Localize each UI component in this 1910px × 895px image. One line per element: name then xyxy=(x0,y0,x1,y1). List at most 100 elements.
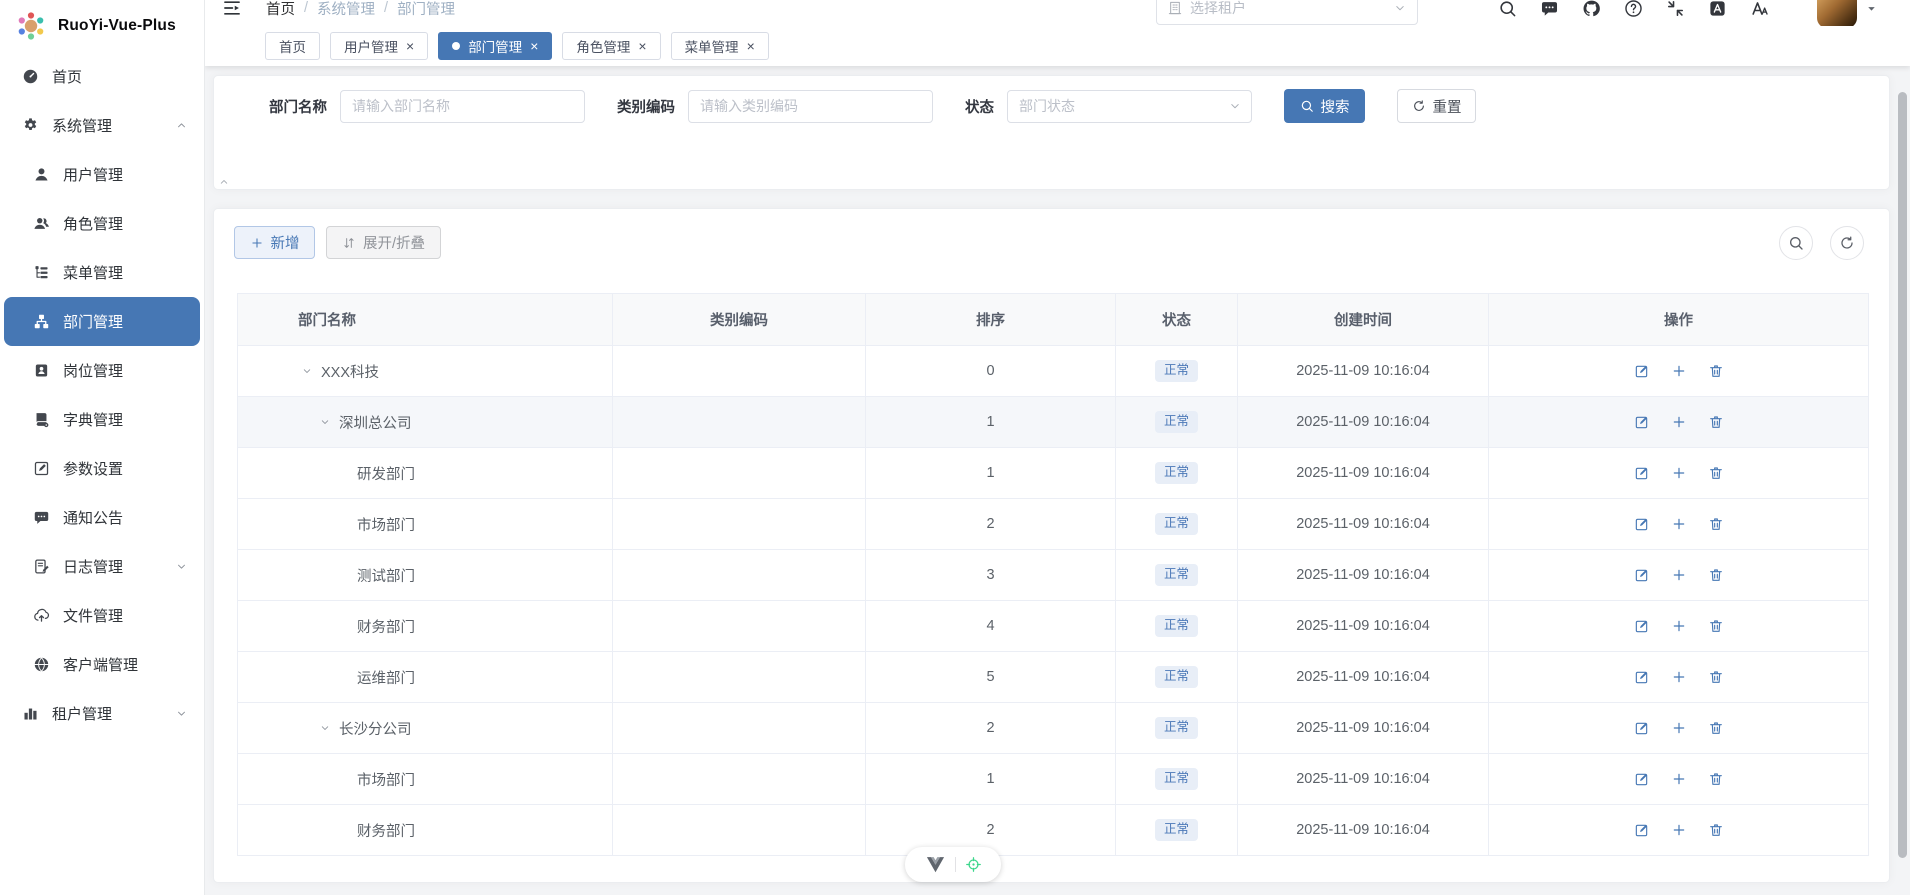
dept-name: 测试部门 xyxy=(357,568,415,585)
delete-icon[interactable] xyxy=(1708,618,1724,634)
sidebar-item-log[interactable]: 日志管理 xyxy=(0,542,204,591)
user-avatar[interactable] xyxy=(1817,0,1857,26)
edit-icon[interactable] xyxy=(1634,465,1650,481)
search-button[interactable]: 搜索 xyxy=(1284,89,1365,123)
table-header-row: 部门名称 类别编码 排序 状态 创建时间 操作 xyxy=(238,294,1868,346)
sidebar-item-notice[interactable]: 通知公告 xyxy=(0,493,204,542)
tree-expand-icon[interactable] xyxy=(316,416,333,428)
close-icon[interactable]: × xyxy=(638,39,646,53)
caret-down-icon[interactable] xyxy=(1865,2,1878,15)
delete-icon[interactable] xyxy=(1708,669,1724,685)
target-icon[interactable] xyxy=(965,856,982,873)
tenant-select[interactable]: 选择租户 xyxy=(1156,0,1418,25)
edit-icon[interactable] xyxy=(1634,516,1650,532)
field-status: 状态 部门状态 xyxy=(965,89,1252,123)
delete-icon[interactable] xyxy=(1708,567,1724,583)
sidebar-item-dept[interactable]: 部门管理 xyxy=(4,297,200,346)
category-code-cell xyxy=(613,499,866,550)
message-icon[interactable] xyxy=(1540,0,1559,18)
table-row: 长沙分公司 2 正常 2025-11-09 10:16:04 xyxy=(238,703,1868,754)
sidebar-item-file[interactable]: 文件管理 xyxy=(0,591,204,640)
edit-icon[interactable] xyxy=(1634,771,1650,787)
tab-dept[interactable]: 部门管理 × xyxy=(438,32,553,60)
table-body: XXX科技 0 正常 2025-11-09 10:16:04 深圳总公司 1 正常 2025-… xyxy=(238,346,1868,856)
breadcrumb-item: 系统管理 xyxy=(317,1,376,18)
status-badge: 正常 xyxy=(1154,615,1198,637)
search-button-label: 搜索 xyxy=(1320,99,1350,116)
table-search-button[interactable] xyxy=(1779,226,1813,260)
sidebar-item-home[interactable]: 首页 xyxy=(0,52,204,101)
add-icon[interactable] xyxy=(1671,465,1687,481)
created-cell: 2025-11-09 10:16:04 xyxy=(1238,346,1489,397)
reset-button[interactable]: 重置 xyxy=(1397,89,1476,123)
dept-name-input[interactable] xyxy=(340,89,585,123)
edit-icon[interactable] xyxy=(1634,822,1650,838)
category-code-input[interactable] xyxy=(688,89,933,123)
tab-menu[interactable]: 菜单管理 × xyxy=(670,32,769,60)
add-icon[interactable] xyxy=(1671,363,1687,379)
edit-icon[interactable] xyxy=(1634,414,1650,430)
close-icon[interactable]: × xyxy=(406,39,414,53)
sidebar-item-tenant[interactable]: 租户管理 xyxy=(0,689,204,738)
add-icon[interactable] xyxy=(1671,414,1687,430)
table-tools xyxy=(1779,226,1864,260)
sidebar-item-role[interactable]: 角色管理 xyxy=(0,199,204,248)
delete-icon[interactable] xyxy=(1708,516,1724,532)
delete-icon[interactable] xyxy=(1708,363,1724,379)
close-icon[interactable]: × xyxy=(530,39,538,53)
table-row: 研发部门 1 正常 2025-11-09 10:16:04 xyxy=(238,448,1868,499)
tab-home[interactable]: 首页 xyxy=(265,32,320,60)
edit-icon[interactable] xyxy=(1634,720,1650,736)
translate-icon[interactable] xyxy=(1708,0,1727,18)
table-refresh-button[interactable] xyxy=(1830,226,1864,260)
edit-icon[interactable] xyxy=(1634,363,1650,379)
delete-icon[interactable] xyxy=(1708,771,1724,787)
add-icon[interactable] xyxy=(1671,618,1687,634)
help-icon[interactable] xyxy=(1624,0,1643,18)
page-scrollbar[interactable] xyxy=(1898,92,1907,858)
edit-icon[interactable] xyxy=(1634,669,1650,685)
add-icon[interactable] xyxy=(1671,771,1687,787)
sidebar-item-user[interactable]: 用户管理 xyxy=(0,150,204,199)
expand-collapse-button[interactable]: 展开/折叠 xyxy=(326,226,442,259)
tree-expand-icon[interactable] xyxy=(316,722,333,734)
table-row: 运维部门 5 正常 2025-11-09 10:16:04 xyxy=(238,652,1868,703)
add-icon[interactable] xyxy=(1671,822,1687,838)
app-logo[interactable]: RuoYi-Vue-Plus xyxy=(0,0,204,52)
close-icon[interactable]: × xyxy=(747,39,755,53)
sidebar-item-system[interactable]: 系统管理 xyxy=(0,101,204,150)
status-badge: 正常 xyxy=(1154,819,1198,841)
add-button[interactable]: 新增 xyxy=(234,226,315,259)
compress-icon[interactable] xyxy=(1666,0,1685,18)
tab-user[interactable]: 用户管理 × xyxy=(330,32,429,60)
add-icon[interactable] xyxy=(1671,567,1687,583)
vue-logo[interactable] xyxy=(925,854,946,875)
delete-icon[interactable] xyxy=(1708,465,1724,481)
tab-role[interactable]: 角色管理 × xyxy=(562,32,661,60)
font-size-icon[interactable] xyxy=(1750,0,1769,18)
sidebar-item-client[interactable]: 客户端管理 xyxy=(0,640,204,689)
search-collapse-icon[interactable] xyxy=(218,176,230,188)
delete-icon[interactable] xyxy=(1708,720,1724,736)
main-content: 部门名称 类别编码 状态 部门状态 搜索 重置 xyxy=(205,66,1910,895)
edit-icon[interactable] xyxy=(1634,618,1650,634)
search-icon[interactable] xyxy=(1498,0,1517,18)
sort-cell: 1 xyxy=(866,397,1116,448)
github-icon[interactable] xyxy=(1582,0,1601,18)
tree-expand-icon[interactable] xyxy=(298,365,315,377)
category-code-cell xyxy=(613,346,866,397)
delete-icon[interactable] xyxy=(1708,822,1724,838)
breadcrumb-item[interactable]: 首页 xyxy=(266,0,295,19)
status-select[interactable]: 部门状态 xyxy=(1007,89,1252,123)
sidebar-item-post[interactable]: 岗位管理 xyxy=(0,346,204,395)
sidebar-collapse-icon[interactable] xyxy=(222,0,242,18)
add-icon[interactable] xyxy=(1671,516,1687,532)
delete-icon[interactable] xyxy=(1708,414,1724,430)
sidebar-item-menu[interactable]: 菜单管理 xyxy=(0,248,204,297)
sidebar-item-config[interactable]: 参数设置 xyxy=(0,444,204,493)
add-icon[interactable] xyxy=(1671,669,1687,685)
sidebar-item-dict[interactable]: 字典管理 xyxy=(0,395,204,444)
org-tree-icon xyxy=(33,313,50,330)
add-icon[interactable] xyxy=(1671,720,1687,736)
edit-icon[interactable] xyxy=(1634,567,1650,583)
